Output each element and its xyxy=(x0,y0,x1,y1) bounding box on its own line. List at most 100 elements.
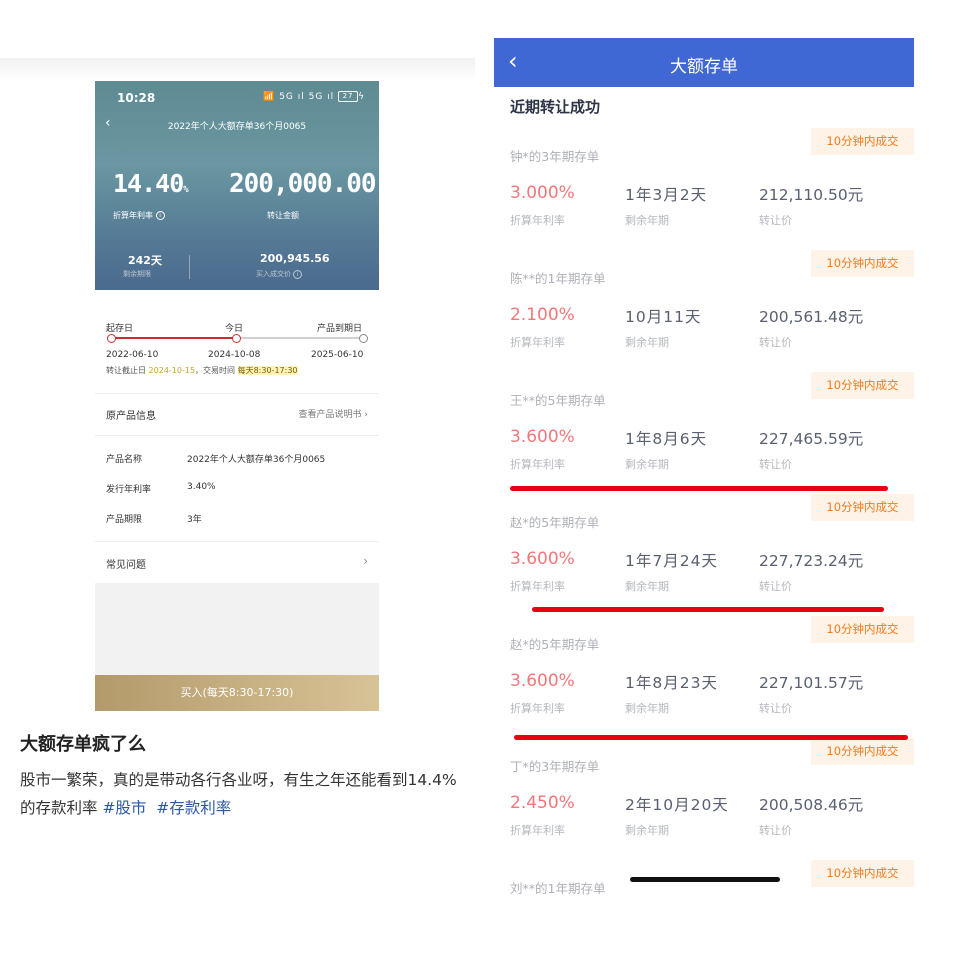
amount-value: 200,000.00 xyxy=(229,169,377,199)
detail-key: 产品名称 xyxy=(106,455,143,465)
item-term: 1年8月23天 xyxy=(625,674,718,692)
info-icon[interactable]: i xyxy=(155,211,165,220)
item-rate: 2.450% xyxy=(510,793,575,813)
start-label: 起存日 xyxy=(106,324,134,334)
today-label: 今日 xyxy=(225,324,244,334)
list-item[interactable]: 10分钟内成交 王**的5年期存单 3.600% 1年8月6天 227,465.… xyxy=(494,372,914,494)
faq-item[interactable]: 常见问题 xyxy=(106,556,146,571)
term-label: 剩余年期 xyxy=(625,824,669,837)
detail-key: 发行年利率 xyxy=(106,485,152,495)
price-label: 转让价 xyxy=(759,824,792,837)
term-label: 剩余年期 xyxy=(625,336,669,349)
buy-price-label: 买入成交价 i xyxy=(256,269,303,279)
product-manual-link[interactable]: 查看产品说明书 › xyxy=(299,407,368,420)
status-time: 10:28 xyxy=(117,91,156,105)
item-rate: 3.600% xyxy=(510,427,575,447)
amount-label: 转让金额 xyxy=(267,211,299,220)
end-date: 2025-06-10 xyxy=(311,350,364,360)
item-price: 212,110.50元 xyxy=(759,186,864,204)
status-badge: 10分钟内成交 xyxy=(811,860,914,887)
battery-icon: 27 xyxy=(338,91,359,102)
holder-name: 钟*的3年期存单 xyxy=(510,149,600,164)
hashtag-link[interactable]: #存款利率 xyxy=(156,799,231,817)
left-screenshot: 10:28 📶 5G ıl 5G ıl 27 ϟ ‹ 2022年个人大额存单36个… xyxy=(95,81,379,711)
today-date: 2024-10-08 xyxy=(208,350,261,360)
red-underline-annotation xyxy=(510,486,888,491)
divider xyxy=(95,541,379,542)
item-rate: 2.100% xyxy=(510,305,575,325)
buy-button[interactable]: 买入(每天8:30-17:30) xyxy=(95,675,379,711)
list-item[interactable]: 10分钟内成交 钟*的3年期存单 3.000% 1年3月2天 212,110.5… xyxy=(494,128,914,250)
list-item[interactable]: 10分钟内成交 赵*的5年期存单 3.600% 1年7月24天 227,723.… xyxy=(494,494,914,616)
detail-value: 2022年个人大额存单36个月0065 xyxy=(187,455,326,465)
red-underline-annotation xyxy=(514,735,908,740)
item-rate: 3.600% xyxy=(510,671,575,691)
item-term: 1年7月24天 xyxy=(625,552,718,570)
divider xyxy=(95,435,379,436)
status-badge: 10分钟内成交 xyxy=(811,128,914,155)
signal-icon: 📶 5G ıl 5G ıl xyxy=(263,92,335,102)
price-label: 转让价 xyxy=(759,214,792,227)
item-term: 1年3月2天 xyxy=(625,186,708,204)
rate-label: 折算年利率 xyxy=(510,458,565,471)
status-badge: 10分钟内成交 xyxy=(811,250,914,277)
holder-name: 刘**的1年期存单 xyxy=(510,881,606,896)
item-term: 10月11天 xyxy=(625,308,702,326)
rate-value: 14.40% xyxy=(113,169,189,198)
transfer-note: 转让截止日 2024-10-15，交易时间 每天8:30-17:30 xyxy=(106,366,298,375)
status-badge: 10分钟内成交 xyxy=(811,616,914,643)
item-price: 227,723.24元 xyxy=(759,552,864,570)
status-badge: 10分钟内成交 xyxy=(811,372,914,399)
list-item[interactable]: 10分钟内成交 赵*的5年期存单 3.600% 1年8月23天 227,101.… xyxy=(494,616,914,738)
end-label: 产品到期日 xyxy=(317,324,363,334)
section-title: 原产品信息 xyxy=(106,411,156,422)
item-term: 1年8月6天 xyxy=(625,430,708,448)
product-header: 10:28 📶 5G ıl 5G ıl 27 ϟ ‹ 2022年个人大额存单36个… xyxy=(95,81,379,290)
red-underline-annotation xyxy=(532,607,884,612)
item-rate: 3.600% xyxy=(510,549,575,569)
hashtag-link[interactable]: #股市 xyxy=(102,799,146,817)
item-price: 200,561.48元 xyxy=(759,308,864,326)
page-title: 大额存单 xyxy=(670,57,738,77)
list-item[interactable]: 10分钟内成交 陈**的1年期存单 2.100% 10月11天 200,561.… xyxy=(494,250,914,372)
product-title: 2022年个人大额存单36个月0065 xyxy=(167,122,307,132)
status-icons: 📶 5G ıl 5G ıl 27 ϟ xyxy=(263,91,365,102)
holder-name: 丁*的3年期存单 xyxy=(510,759,600,774)
chevron-right-icon: › xyxy=(363,554,368,568)
timeline-end-dot xyxy=(359,334,368,343)
status-badge: 10分钟内成交 xyxy=(811,738,914,765)
post-title: 大额存单疯了么 xyxy=(20,734,146,755)
item-price: 227,101.57元 xyxy=(759,674,864,692)
list-item[interactable]: 10分钟内成交 丁*的3年期存单 2.450% 2年10月20天 200,508… xyxy=(494,738,914,860)
detail-value: 3年 xyxy=(187,515,202,525)
term-label: 剩余年期 xyxy=(625,458,669,471)
holder-name: 赵*的5年期存单 xyxy=(510,515,600,530)
start-date: 2022-06-10 xyxy=(106,350,159,360)
item-price: 227,465.59元 xyxy=(759,430,864,448)
rate-label: 折算年利率 xyxy=(510,824,565,837)
charging-icon: ϟ xyxy=(358,92,365,102)
rate-label: 折算年利率 xyxy=(510,702,565,715)
term-label: 剩余年期 xyxy=(625,214,669,227)
list-item[interactable]: 10分钟内成交 刘**的1年期存单 xyxy=(494,860,914,920)
top-shadow xyxy=(0,58,475,80)
holder-name: 赵*的5年期存单 xyxy=(510,637,600,652)
info-icon[interactable]: i xyxy=(293,269,303,279)
status-badge: 10分钟内成交 xyxy=(811,494,914,521)
rate-label: 折算年利率 xyxy=(510,580,565,593)
detail-key: 产品期限 xyxy=(106,515,143,525)
item-term: 2年10月20天 xyxy=(625,796,729,814)
price-label: 转让价 xyxy=(759,458,792,471)
rate-label: 折算年利率 xyxy=(510,336,565,349)
blank-area xyxy=(95,583,379,675)
home-indicator[interactable] xyxy=(630,877,780,882)
holder-name: 陈**的1年期存单 xyxy=(510,271,606,286)
item-rate: 3.000% xyxy=(510,183,575,203)
price-label: 转让价 xyxy=(759,336,792,349)
rate-label: 折算年利率 xyxy=(510,214,565,227)
section-title: 近期转让成功 xyxy=(510,98,601,116)
app-header: ‹ 大额存单 xyxy=(494,38,914,87)
detail-value: 3.40% xyxy=(187,482,216,492)
remaining-days-label: 剩余期限 xyxy=(123,270,151,278)
timeline-start-dot xyxy=(107,334,116,343)
